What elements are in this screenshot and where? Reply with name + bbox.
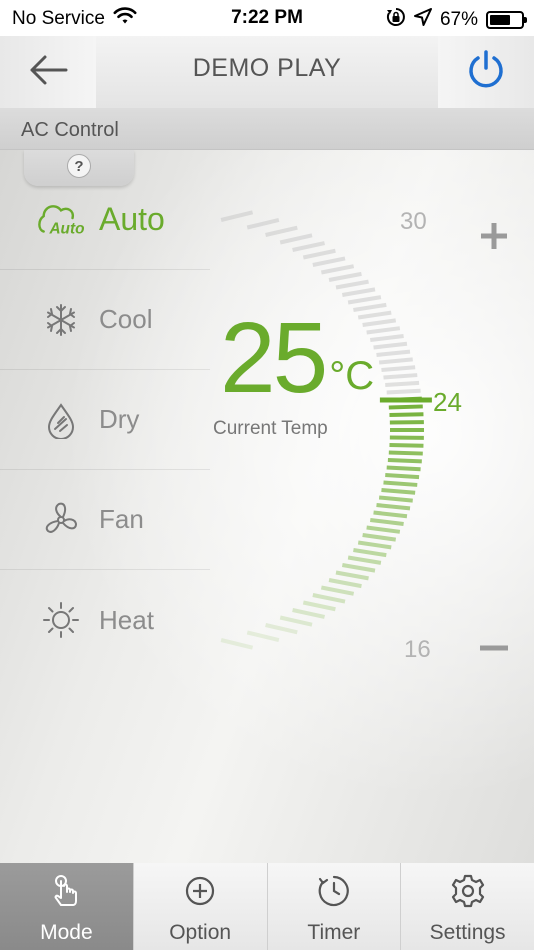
dial-tick <box>373 341 408 350</box>
dial-tick <box>312 593 346 604</box>
dial-tick <box>320 585 355 596</box>
dial-tick <box>220 638 254 650</box>
dial-tick <box>378 357 413 365</box>
decrease-temp-button[interactable] <box>474 630 514 670</box>
tab-label: Settings <box>429 921 506 944</box>
dial-tick <box>385 473 420 480</box>
scale-min-label: 16 <box>404 636 431 663</box>
dial-tick <box>279 615 313 627</box>
set-temperature-label: 24 <box>433 387 462 417</box>
tab-label: Mode <box>40 921 93 944</box>
dial-tick <box>265 623 298 635</box>
dial-tick <box>347 295 382 305</box>
dial-tick <box>328 578 362 589</box>
tab-label: Timer <box>307 921 361 944</box>
dial-tick <box>246 630 280 642</box>
dial-tick <box>312 256 346 267</box>
dial-tick <box>373 510 408 519</box>
page-title: DEMO PLAY <box>192 53 342 82</box>
back-arrow-icon <box>28 54 68 91</box>
dial-tick <box>362 318 397 327</box>
dial-tick <box>353 548 387 558</box>
dial-tick <box>383 480 418 487</box>
power-icon <box>466 49 506 96</box>
scale-max-label: 30 <box>400 208 427 235</box>
dial-tick <box>220 210 254 222</box>
dial-tick <box>302 248 336 260</box>
tab-label: Option <box>169 921 232 944</box>
dial-tick <box>328 271 362 282</box>
dial-tick <box>376 503 411 511</box>
clock-icon <box>316 873 352 909</box>
tab-mode[interactable]: Mode <box>0 863 133 950</box>
dial-tick <box>370 333 404 342</box>
bottom-tab-bar: Mode Option Timer Settings <box>0 863 534 950</box>
dial-tick <box>265 225 298 237</box>
dial-tick <box>335 279 369 290</box>
main-panel: ? Auto Auto Cool Dry Fan Heat 25 °C Curr… <box>0 150 534 863</box>
dial-tick <box>341 287 376 297</box>
battery-percent: 67% <box>439 9 478 30</box>
dial-tick <box>378 495 413 503</box>
dial-tick <box>383 373 418 380</box>
power-button[interactable] <box>438 36 534 108</box>
dial-tick <box>302 600 336 612</box>
dial-tick <box>376 349 411 357</box>
location-arrow-icon <box>413 8 432 32</box>
dial-tick <box>386 465 421 472</box>
dial-tick <box>341 563 376 573</box>
section-bar: AC Control <box>0 108 534 150</box>
dial-tick <box>353 302 387 312</box>
battery-icon <box>486 11 527 29</box>
dial-tick <box>246 218 280 230</box>
dial-tick <box>362 533 397 542</box>
dial-tick <box>292 241 325 252</box>
dial-tick <box>347 555 382 565</box>
increase-temp-button[interactable] <box>474 218 514 258</box>
dial-tick <box>388 450 423 456</box>
dial-tick <box>389 443 424 448</box>
minus-icon <box>479 633 509 668</box>
section-label: AC Control <box>21 119 119 141</box>
app-header: DEMO PLAY <box>0 36 534 108</box>
dial-tick <box>292 608 325 619</box>
dial-tick <box>357 310 392 320</box>
dial-tick <box>335 570 369 581</box>
dial-tick <box>366 525 401 534</box>
dial-tick <box>387 458 422 464</box>
status-bar: No Service 7:22 PM 67% <box>0 0 534 36</box>
temperature-dial[interactable] <box>0 150 534 863</box>
rotation-lock-icon <box>386 7 406 33</box>
dial-tick <box>366 326 401 335</box>
dial-tick <box>381 488 416 495</box>
dial-tick <box>389 412 424 417</box>
plus-circle-icon <box>182 873 218 909</box>
tab-timer[interactable]: Timer <box>266 863 401 950</box>
dial-tick <box>388 404 423 410</box>
gear-icon <box>450 873 486 909</box>
dial-tick <box>386 388 421 395</box>
dial-tick <box>385 380 420 387</box>
dial-tick <box>320 264 355 275</box>
plus-icon <box>479 221 509 256</box>
dial-tick <box>279 233 313 245</box>
tab-settings[interactable]: Settings <box>400 863 534 950</box>
back-button[interactable] <box>0 36 96 108</box>
dial-tick <box>370 518 404 527</box>
dial-tick <box>381 365 416 372</box>
hand-tap-icon <box>48 873 84 909</box>
tab-option[interactable]: Option <box>132 863 267 950</box>
dial-tick <box>357 540 392 550</box>
